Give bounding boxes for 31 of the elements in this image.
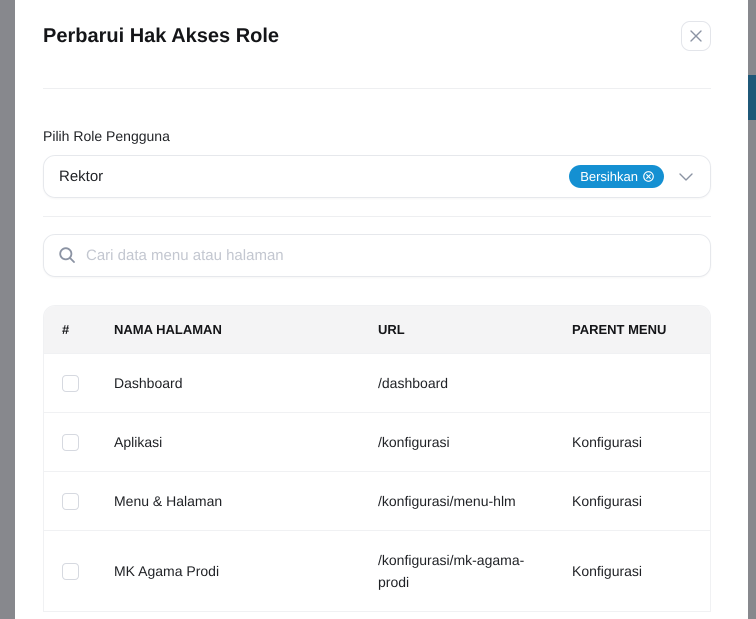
parent-menu-cell: Konfigurasi <box>572 434 642 450</box>
page-name-cell: Menu & Halaman <box>114 493 222 509</box>
column-header: URL <box>378 322 405 337</box>
column-header: PARENT MENU <box>572 322 666 337</box>
clear-icon <box>643 171 654 182</box>
close-button[interactable] <box>681 21 711 51</box>
field-label: Pilih Role Pengguna <box>43 127 170 146</box>
column-header: NAMA HALAMAN <box>114 322 222 337</box>
page-name-cell: Aplikasi <box>114 434 162 450</box>
search-field[interactable]: Cari data menu atau halaman <box>43 234 711 277</box>
dialog-title: Perbarui Hak Akses Role <box>43 24 280 48</box>
url-cell: /konfigurasi/mk-agama-prodi <box>378 552 524 590</box>
page-name-cell: Dashboard <box>114 375 182 391</box>
url-cell: /konfigurasi/menu-hlm <box>378 493 516 509</box>
clear-button[interactable]: Bersihkan <box>569 165 664 188</box>
parent-menu-cell: Konfigurasi <box>572 563 642 579</box>
page-name-cell: MK Agama Prodi <box>114 563 220 579</box>
url-cell: /konfigurasi <box>378 434 450 450</box>
close-icon <box>690 30 702 42</box>
role-select[interactable]: Rektor Bersihkan <box>43 155 711 198</box>
row-checkbox[interactable] <box>62 434 79 450</box>
row-checkbox[interactable] <box>62 374 79 392</box>
row-checkbox[interactable] <box>62 562 79 580</box>
parent-menu-cell: Konfigurasi <box>572 493 642 509</box>
row-checkbox[interactable] <box>62 492 79 510</box>
search-icon <box>59 247 75 263</box>
backdrop-accent <box>748 75 756 120</box>
chevron-down-icon <box>679 172 693 180</box>
url-cell: /dashboard <box>378 375 448 391</box>
select-value: Rektor <box>59 168 104 185</box>
column-header: # <box>62 322 70 337</box>
